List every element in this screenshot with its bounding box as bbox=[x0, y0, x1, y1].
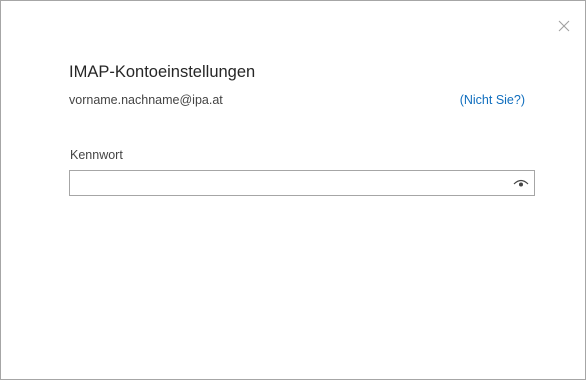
close-button[interactable] bbox=[557, 19, 571, 33]
account-email: vorname.nachname@ipa.at bbox=[69, 93, 223, 107]
eye-icon bbox=[513, 179, 529, 187]
not-you-link[interactable]: (Nicht Sie?) bbox=[460, 93, 525, 107]
password-input[interactable] bbox=[70, 171, 500, 195]
close-icon bbox=[558, 20, 570, 32]
password-label: Kennwort bbox=[70, 148, 123, 162]
show-password-button[interactable] bbox=[512, 176, 530, 190]
password-field bbox=[69, 170, 535, 196]
imap-settings-dialog: IMAP-Kontoeinstellungen vorname.nachname… bbox=[0, 0, 586, 380]
dialog-title: IMAP-Kontoeinstellungen bbox=[69, 63, 256, 81]
